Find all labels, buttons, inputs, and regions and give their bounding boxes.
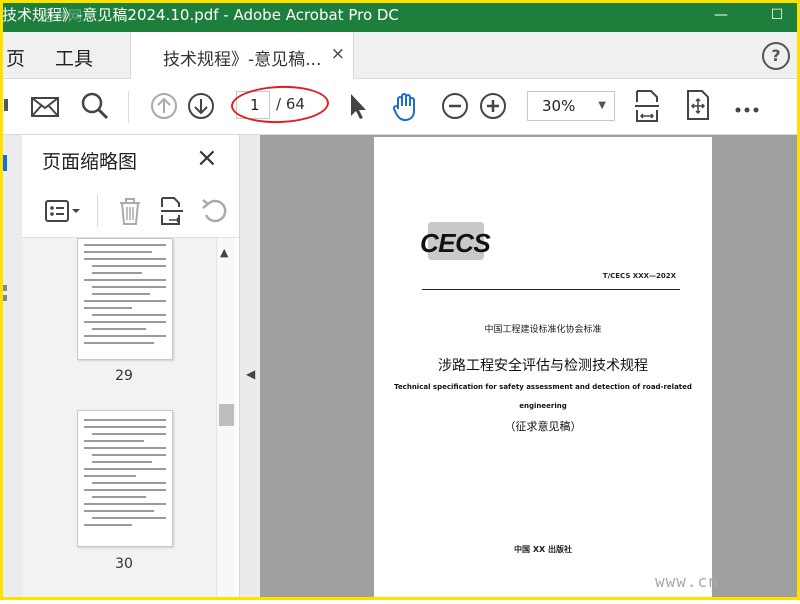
pane-splitter[interactable]: ◀ xyxy=(239,135,261,600)
thumbnail-scrollbar[interactable]: ▲ xyxy=(216,238,236,600)
document-page: CECS T/CECS XXX—202X 中国工程建设标准化协会标准 涉路工程安… xyxy=(374,137,712,600)
toolbar: 1 / 64 30% ▼ xyxy=(0,79,800,135)
search-icon[interactable] xyxy=(80,91,110,125)
navigation-strip xyxy=(0,135,23,600)
zoom-select[interactable]: 30% ▼ xyxy=(527,91,615,121)
collapse-left-icon[interactable]: ◀ xyxy=(246,367,255,381)
previous-page-icon[interactable] xyxy=(149,91,179,125)
home-tab[interactable]: 页 xyxy=(6,44,25,71)
thumbnail-list: 29 30 xyxy=(22,238,216,600)
mail-icon[interactable] xyxy=(30,91,60,125)
site-watermark: www.cn xyxy=(655,572,719,591)
hand-tool-icon[interactable] xyxy=(390,91,422,127)
cecs-logo: CECS xyxy=(420,222,492,260)
close-tab-icon[interactable]: × xyxy=(331,44,345,64)
tab-bar: 页 工具 xyxy=(0,32,800,79)
document-viewer[interactable]: CECS T/CECS XXX—202X 中国工程建设标准化协会标准 涉路工程安… xyxy=(260,135,800,600)
tools-tab[interactable]: 工具 xyxy=(55,44,93,71)
document-tab-label: 技术规程》-意见稿... xyxy=(163,50,322,70)
document-title-en-line1: Technical specification for safety asses… xyxy=(394,383,692,391)
standard-code: T/CECS XXX—202X xyxy=(602,272,676,280)
thumbnail-page-30[interactable] xyxy=(77,410,173,547)
trash-icon[interactable] xyxy=(117,196,143,230)
zoom-value: 30% xyxy=(542,97,576,115)
panel-edge-icon xyxy=(3,155,7,301)
pane-separator xyxy=(97,195,98,227)
thumbnail-page-29[interactable] xyxy=(77,238,173,360)
more-icon[interactable] xyxy=(734,99,760,118)
extract-page-icon[interactable] xyxy=(159,196,185,230)
select-cursor-icon[interactable] xyxy=(344,91,370,125)
thumbnails-pane: 页面缩略图 × 29 30 ▲ xyxy=(22,135,239,600)
pane-title: 页面缩略图 xyxy=(42,151,138,173)
toolbar-separator xyxy=(128,91,129,123)
logo-text: CECS xyxy=(420,228,491,258)
header-rule xyxy=(422,289,680,290)
partial-icon xyxy=(2,93,10,121)
draft-note: （征求意见稿） xyxy=(504,420,582,433)
document-title-en-line2: engineering xyxy=(519,402,567,410)
scroll-up-icon[interactable]: ▲ xyxy=(220,246,228,259)
title-bar: 技术规程》-意见稿2024.10.pdf - Adobe Acrobat Pro… xyxy=(0,0,800,32)
options-menu-icon[interactable] xyxy=(44,199,84,227)
document-title-cn: 涉路工程安全评估与检测技术规程 xyxy=(438,358,648,374)
title-watermark: 适林网 xyxy=(40,9,82,25)
document-tab[interactable]: 技术规程》-意见稿... × xyxy=(130,32,354,79)
next-page-icon[interactable] xyxy=(186,91,216,125)
chevron-down-icon: ▼ xyxy=(598,100,606,111)
page-rotate-icon[interactable] xyxy=(684,89,712,125)
fit-page-icon[interactable] xyxy=(632,88,662,128)
rotate-icon[interactable] xyxy=(200,197,228,229)
thumbnail-label-29: 29 xyxy=(115,368,133,384)
pane-toolbar xyxy=(22,185,239,238)
thumbnail-label-30: 30 xyxy=(115,556,133,572)
close-pane-icon[interactable]: × xyxy=(196,143,218,173)
zoom-in-icon[interactable] xyxy=(478,91,508,125)
association-name: 中国工程建设标准化协会标准 xyxy=(484,325,602,335)
scrollbar-thumb[interactable] xyxy=(219,404,234,426)
publisher: 中国 XX 出版社 xyxy=(514,545,572,554)
zoom-out-icon[interactable] xyxy=(440,91,470,125)
minimize-icon[interactable]: — xyxy=(706,0,736,30)
help-icon[interactable]: ? xyxy=(762,42,790,70)
maximize-icon[interactable]: ☐ xyxy=(762,0,792,30)
